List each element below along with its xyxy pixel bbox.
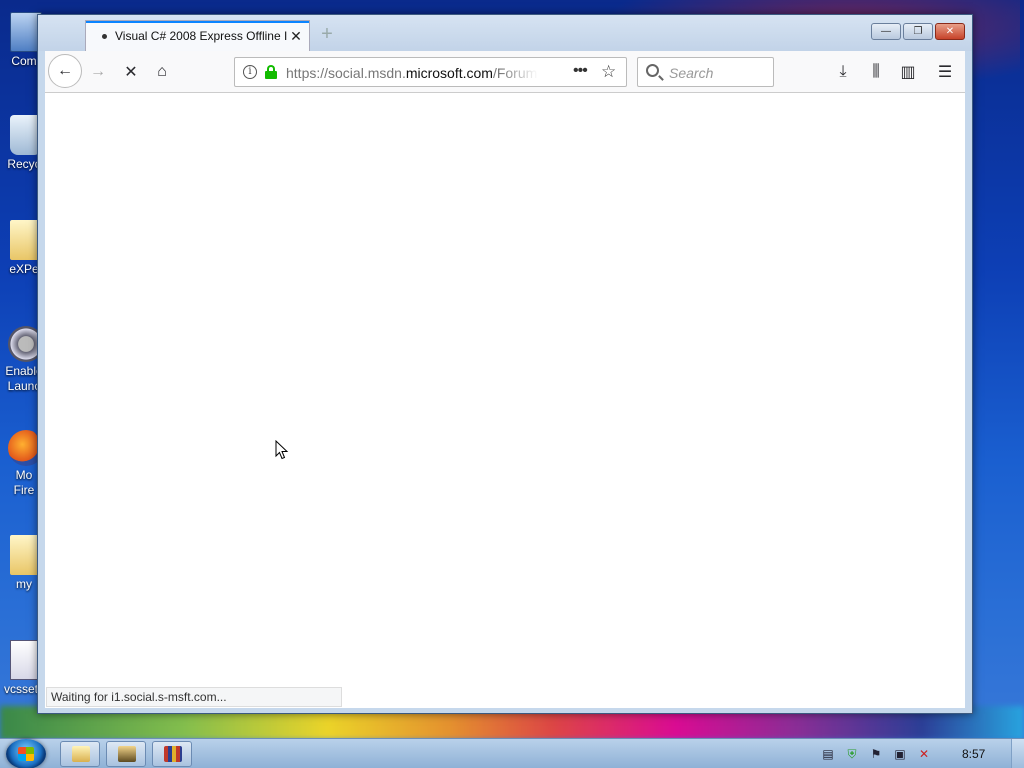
taskbar-clock[interactable]: 8:57 <box>962 747 985 761</box>
show-desktop-button[interactable] <box>1011 739 1024 768</box>
downloads-button[interactable]: ⤓ <box>828 57 858 87</box>
network-icon[interactable]: ▣ <box>892 746 908 762</box>
minimize-button[interactable]: — <box>871 23 901 40</box>
url-domain: microsoft.com <box>405 65 493 81</box>
url-prefix: https://social.msdn. <box>286 65 406 81</box>
navigation-toolbar: ← → ✕ ⌂ i https://social.msdn.microsoft.… <box>45 51 965 93</box>
new-tab-button[interactable]: + <box>316 23 338 45</box>
site-info-icon[interactable]: i <box>243 65 257 79</box>
home-button[interactable]: ⌂ <box>147 57 177 87</box>
address-bar[interactable]: i https://social.msdn.microsoft.com/Foru… <box>234 57 627 87</box>
shield-icon[interactable]: ⛨ <box>844 746 860 762</box>
taskbar-app[interactable] <box>106 741 146 767</box>
search-placeholder: Search <box>669 65 714 81</box>
tab-title: Visual C# 2008 Express Offline I <box>115 29 288 43</box>
system-tray: ▤ ⛨ ⚑ ▣ ✕ <box>820 746 932 762</box>
back-button[interactable]: ← <box>48 54 82 88</box>
document-icon[interactable]: ▤ <box>820 746 836 762</box>
lock-icon[interactable] <box>265 65 277 79</box>
taskbar-explorer[interactable] <box>60 741 100 767</box>
volume-muted-icon[interactable]: ✕ <box>916 746 932 762</box>
forward-button[interactable]: → <box>83 57 113 87</box>
app-icon <box>118 746 136 762</box>
menu-button[interactable]: ☰ <box>930 57 960 87</box>
mouse-cursor-icon <box>275 440 289 460</box>
loading-dot-icon <box>102 33 107 39</box>
start-button[interactable] <box>6 739 46 768</box>
taskbar-winrar[interactable] <box>152 741 192 767</box>
taskbar: ▤ ⛨ ⚑ ▣ ✕ 8:57 <box>0 738 1024 768</box>
status-bar: Waiting for i1.social.s-msft.com... <box>46 687 342 707</box>
page-content[interactable] <box>45 93 965 708</box>
search-icon <box>646 64 659 77</box>
url-text[interactable]: https://social.msdn.microsoft.com/Forum <box>286 65 538 81</box>
folder-icon <box>72 746 90 762</box>
flag-icon[interactable]: ⚑ <box>868 746 884 762</box>
library-button[interactable]: ⫼ <box>861 57 891 87</box>
close-window-button[interactable]: ✕ <box>935 23 965 40</box>
page-actions-button[interactable]: ••• <box>573 62 588 80</box>
sidebar-button[interactable]: ▥ <box>893 57 923 87</box>
restore-button[interactable]: ❐ <box>903 23 933 40</box>
title-bar[interactable]: Visual C# 2008 Express Offline I ✕ + — ❐… <box>38 15 972 51</box>
browser-window: Visual C# 2008 Express Offline I ✕ + — ❐… <box>37 14 973 714</box>
tab-close-button[interactable]: ✕ <box>289 28 303 45</box>
stop-button[interactable]: ✕ <box>116 57 146 87</box>
archive-icon <box>164 746 182 762</box>
url-path: /Forum <box>492 65 538 81</box>
bookmark-star-icon[interactable]: ☆ <box>601 62 616 82</box>
tab-active[interactable]: Visual C# 2008 Express Offline I ✕ <box>85 20 310 51</box>
windows-logo-icon <box>18 747 34 761</box>
search-input[interactable]: Search <box>637 57 774 87</box>
window-controls: — ❐ ✕ <box>871 23 965 40</box>
